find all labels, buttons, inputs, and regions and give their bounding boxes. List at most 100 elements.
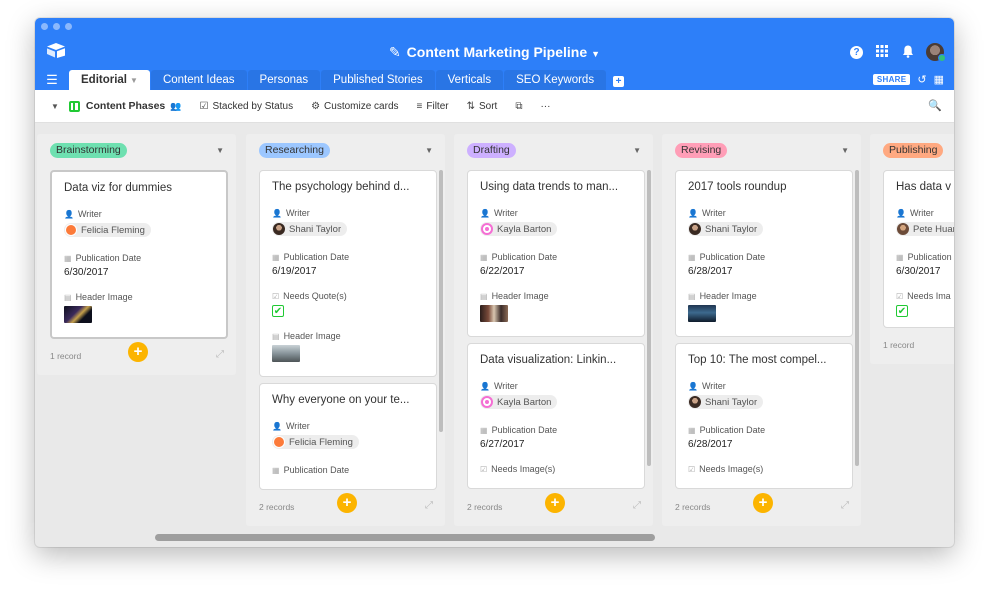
status-badge[interactable]: Publishing	[883, 143, 944, 158]
blocks-icon[interactable]: ▦	[934, 73, 944, 86]
user-icon: 👤	[480, 381, 490, 391]
add-record-button[interactable]: +	[545, 493, 565, 513]
chevron-down-icon[interactable]: ▼	[841, 146, 849, 155]
field-label: 👤 Writer	[272, 421, 310, 431]
chevron-down-icon[interactable]: ▼	[216, 146, 224, 155]
minimize-window-button[interactable]	[53, 23, 60, 30]
record-card[interactable]: Has data v 👤 Writer Pete Huar ▦ Publicatio…	[883, 170, 954, 328]
card-title: Why everyone on your te...	[272, 394, 410, 406]
field-label: ☑ Needs Ima	[896, 291, 951, 301]
avatar	[689, 396, 701, 408]
close-window-button[interactable]	[41, 23, 48, 30]
needs-image-checkbox[interactable]: ✔	[896, 305, 908, 317]
record-card[interactable]: 2017 tools roundup 👤 Writer Shani Taylor …	[675, 170, 853, 337]
status-badge[interactable]: Researching	[259, 143, 330, 158]
chevron-down-icon[interactable]: ▼	[130, 76, 138, 85]
more-options-button[interactable]: ···	[540, 101, 550, 112]
header-image-thumbnail[interactable]	[480, 305, 508, 322]
record-card[interactable]: Using data trends to man... 👤 Writer Kayl…	[467, 170, 645, 337]
share-view-button[interactable]: ⧉	[515, 101, 522, 112]
sort-button[interactable]: ⇅ Sort	[467, 101, 498, 112]
hamburger-menu-icon[interactable]: ☰	[35, 70, 69, 90]
view-switcher-caret-icon[interactable]: ▼	[51, 102, 59, 111]
base-title[interactable]: ✎ Content Marketing Pipeline ▼	[35, 44, 954, 61]
record-card[interactable]: Why everyone on your te... 👤 Writer Felic…	[259, 383, 437, 490]
bell-icon[interactable]	[900, 45, 915, 60]
add-record-button[interactable]: +	[753, 493, 773, 513]
user-icon: 👤	[64, 209, 74, 219]
date-value: 6/30/2017	[64, 267, 109, 278]
share-area: SHARE ↺ ▦	[872, 73, 944, 86]
checkbox-icon: ☑	[896, 291, 904, 301]
help-icon[interactable]: ?	[850, 45, 863, 59]
user-avatar[interactable]	[926, 43, 946, 62]
status-badge[interactable]: Drafting	[467, 143, 516, 158]
stack-researching: Researching ▼ The psychology behind d...…	[246, 134, 445, 526]
apps-grid-icon[interactable]	[874, 44, 889, 60]
calendar-icon: ▦	[480, 252, 488, 262]
add-table-button[interactable]: +	[613, 75, 625, 87]
collaborator-chip: Felicia Fleming	[272, 435, 359, 449]
stack-header: Drafting ▼	[454, 134, 653, 164]
field-label: ▦ Publication Date	[688, 425, 766, 435]
record-card[interactable]: Top 10: The most compel... 👤 Writer Shani…	[675, 343, 853, 489]
app-window: ✎ Content Marketing Pipeline ▼ ? ☰ Editori…	[35, 18, 954, 547]
date-value: 6/30/2017	[896, 266, 941, 277]
zoom-window-button[interactable]	[65, 23, 72, 30]
filter-icon: ≡	[416, 100, 423, 112]
tab-content-ideas[interactable]: Content Ideas	[150, 70, 247, 90]
collaborators-icon[interactable]: 👥	[170, 101, 181, 112]
vertical-scrollbar[interactable]	[439, 170, 443, 432]
vertical-scrollbar[interactable]	[855, 170, 859, 466]
header-image-thumbnail[interactable]	[64, 306, 92, 323]
history-icon[interactable]: ↺	[917, 73, 926, 86]
header-actions: ?	[850, 43, 946, 62]
record-card[interactable]: Data viz for dummies 👤 Writer Felicia Fle…	[50, 170, 228, 339]
collaborator-chip: Pete Huar	[896, 222, 954, 236]
stacked-by-button[interactable]: ☑ Stacked by Status	[200, 101, 294, 112]
attachment-icon: ▤	[272, 331, 280, 341]
tab-published-stories[interactable]: Published Stories	[321, 70, 435, 90]
expand-icon[interactable]: ⤢	[841, 500, 849, 511]
calendar-icon: ▦	[272, 465, 280, 475]
tab-personas[interactable]: Personas	[247, 70, 321, 90]
tab-seo-keywords[interactable]: SEO Keywords	[504, 70, 607, 90]
avatar	[481, 396, 493, 408]
record-card[interactable]: Data visualization: Linkin... 👤 Writer Ka…	[467, 343, 645, 489]
add-record-button[interactable]: +	[128, 342, 148, 362]
tab-verticals[interactable]: Verticals	[435, 70, 504, 90]
user-icon: 👤	[896, 208, 906, 218]
stack-cards: The psychology behind d... 👤 Writer Shani…	[246, 164, 445, 490]
tab-editorial[interactable]: Editorial ▼	[69, 70, 150, 90]
filter-button[interactable]: ≡ Filter	[417, 101, 449, 112]
stack-publishing: Publishing ▼ Has data v 👤Writer Pete Hua…	[870, 134, 954, 364]
stack-header: Researching ▼	[246, 134, 445, 164]
share-button[interactable]: SHARE	[872, 74, 911, 85]
add-record-button[interactable]: +	[337, 493, 357, 513]
horizontal-scrollbar[interactable]	[155, 534, 655, 541]
needs-quote-checkbox[interactable]: ✔	[272, 305, 284, 317]
expand-icon[interactable]: ⤢	[633, 500, 641, 511]
field-label: 👤 Writer	[688, 208, 726, 218]
collaborator-chip: Shani Taylor	[688, 222, 764, 236]
search-icon[interactable]: 🔍	[928, 99, 942, 112]
stack-header: Revising ▼	[662, 134, 861, 164]
vertical-scrollbar[interactable]	[647, 170, 651, 466]
status-badge[interactable]: Revising	[675, 143, 728, 158]
chevron-down-icon[interactable]: ▼	[633, 146, 641, 155]
writer-value: Shani Taylor	[272, 222, 424, 238]
checkbox-icon: ☑	[199, 100, 209, 112]
view-name[interactable]: Content Phases	[86, 100, 165, 112]
header-image-thumbnail[interactable]	[688, 305, 716, 322]
date-value: 6/28/2017	[688, 266, 733, 277]
expand-icon[interactable]: ⤢	[216, 349, 224, 360]
chevron-down-icon[interactable]: ▼	[425, 146, 433, 155]
field-label: ▦ Publication Date	[480, 425, 558, 435]
header-image-thumbnail[interactable]	[272, 345, 300, 362]
stack-footer: 2 records + ⤢	[662, 490, 861, 526]
customize-cards-button[interactable]: ⚙ Customize cards	[311, 101, 398, 112]
expand-icon[interactable]: ⤢	[425, 500, 433, 511]
record-card[interactable]: The psychology behind d... 👤 Writer Shani…	[259, 170, 437, 377]
status-badge[interactable]: Brainstorming	[50, 143, 127, 158]
avatar	[689, 223, 701, 235]
